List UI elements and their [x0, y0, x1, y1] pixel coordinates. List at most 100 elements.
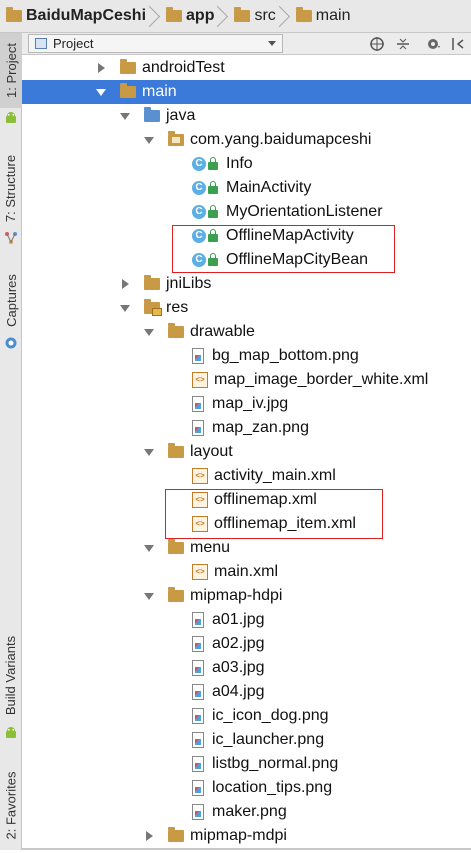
tree-row[interactable]: a03.jpg — [22, 656, 471, 680]
tree-row[interactable]: jniLibs — [22, 272, 471, 296]
breadcrumb-label: BaiduMapCeshi — [26, 7, 147, 24]
tree-row[interactable]: ic_icon_dog.png — [22, 704, 471, 728]
folder-icon — [168, 323, 184, 338]
tree-node: map_iv.jpg — [192, 395, 288, 413]
tree-row[interactable]: location_tips.png — [22, 776, 471, 800]
tree-row[interactable]: C MyOrientationListener — [22, 200, 471, 224]
image-file-icon — [192, 708, 204, 724]
tab-captures[interactable]: Captures — [0, 263, 22, 338]
tree-node: a02.jpg — [192, 635, 265, 653]
folder-icon — [168, 587, 184, 602]
tree-row[interactable]: bg_map_bottom.png — [22, 344, 471, 368]
tree-node: res — [144, 299, 188, 317]
tree-row[interactable]: com.yang.baidumapceshi — [22, 128, 471, 152]
tab-favorites[interactable]: 2: Favorites — [0, 758, 22, 853]
tree-node-label: a03.jpg — [212, 659, 265, 676]
breadcrumb-separator — [218, 0, 228, 33]
sync-icon[interactable] — [369, 36, 385, 52]
expand-down-icon[interactable] — [144, 593, 154, 600]
tree-node-label: a01.jpg — [212, 611, 265, 628]
image-file-icon — [192, 684, 204, 700]
settings-icon[interactable] — [426, 36, 442, 52]
tree-node: mipmap-mdpi — [168, 827, 287, 845]
expand-down-icon[interactable] — [144, 545, 154, 552]
tree-row[interactable]: <> map_image_border_white.xml — [22, 368, 471, 392]
tree-row[interactable]: ic_launcher.png — [22, 728, 471, 752]
xml-file-icon: <> — [192, 372, 208, 388]
expand-right-icon[interactable] — [122, 279, 129, 289]
tab-build-variants[interactable]: Build Variants — [0, 618, 22, 733]
tree-node: bg_map_bottom.png — [192, 347, 359, 365]
highlight-box — [165, 489, 383, 539]
expand-right-icon[interactable] — [146, 831, 153, 841]
tree-row[interactable]: C MainActivity — [22, 176, 471, 200]
tree-row[interactable]: androidTest — [22, 56, 471, 80]
expand-down-icon[interactable] — [120, 305, 130, 312]
tree-row[interactable]: res — [22, 296, 471, 320]
tree-node: <> map_image_border_white.xml — [192, 371, 428, 389]
tree-node: C MainActivity — [192, 179, 311, 197]
view-mode-select[interactable]: Project — [28, 34, 283, 53]
expand-down-icon[interactable] — [144, 329, 154, 336]
tree-node: java — [144, 107, 195, 125]
tree-node: androidTest — [120, 59, 225, 77]
collapse-icon[interactable] — [395, 36, 411, 52]
breadcrumb-item-project[interactable]: BaiduMapCeshi — [0, 0, 150, 32]
breadcrumb-label: main — [315, 7, 351, 24]
tree-node: <> activity_main.xml — [192, 467, 336, 485]
image-file-icon — [192, 732, 204, 748]
tree-row[interactable]: <> main.xml — [22, 560, 471, 584]
folder-icon — [295, 7, 312, 22]
breadcrumb-separator — [150, 0, 160, 33]
tree-row[interactable]: maker.png — [22, 800, 471, 824]
folder-icon — [168, 827, 184, 842]
breadcrumb: BaiduMapCeshi app src main — [0, 0, 471, 33]
tree-row[interactable]: a01.jpg — [22, 608, 471, 632]
folder-icon — [234, 7, 251, 22]
tree-row[interactable]: C Info — [22, 152, 471, 176]
breadcrumb-item-main[interactable]: main — [290, 0, 355, 32]
tree-row[interactable]: main — [22, 80, 471, 104]
tree-node-label: mipmap-mdpi — [190, 827, 287, 844]
tree-row[interactable]: map_zan.png — [22, 416, 471, 440]
project-toolbar: Project — [22, 33, 471, 55]
tree-row[interactable]: a02.jpg — [22, 632, 471, 656]
tree-node: a03.jpg — [192, 659, 265, 677]
expand-right-icon[interactable] — [98, 63, 105, 73]
expand-down-icon[interactable] — [144, 449, 154, 456]
tree-node: a04.jpg — [192, 683, 265, 701]
tree-row[interactable]: layout — [22, 440, 471, 464]
tree-node-label: mipmap-hdpi — [190, 587, 283, 604]
tree-node-label: Info — [226, 155, 253, 172]
tree-row[interactable]: <> activity_main.xml — [22, 464, 471, 488]
package-icon — [168, 131, 184, 146]
tree-row[interactable]: drawable — [22, 320, 471, 344]
expand-down-icon[interactable] — [96, 89, 106, 96]
expand-down-icon[interactable] — [144, 137, 154, 144]
view-mode-label: Project — [53, 36, 94, 51]
tree-node-label: drawable — [190, 323, 255, 340]
tree-row[interactable]: menu — [22, 536, 471, 560]
image-file-icon — [192, 756, 204, 772]
image-file-icon — [192, 420, 204, 436]
tree-row[interactable]: a04.jpg — [22, 680, 471, 704]
structure-icon — [4, 231, 18, 245]
tree-node: a01.jpg — [192, 611, 265, 629]
hide-icon[interactable] — [450, 36, 466, 52]
tab-label: Build Variants — [3, 635, 19, 716]
tree-node-label: main.xml — [214, 563, 279, 580]
tab-project[interactable]: 1: Project — [0, 33, 22, 108]
tree-row[interactable]: listbg_normal.png — [22, 752, 471, 776]
tree-row[interactable]: mipmap-mdpi — [22, 824, 471, 848]
tab-structure[interactable]: 7: Structure — [0, 148, 22, 228]
project-folder-icon — [6, 7, 22, 22]
android-icon — [4, 726, 18, 740]
expand-down-icon[interactable] — [120, 113, 130, 120]
tree-row[interactable]: map_iv.jpg — [22, 392, 471, 416]
tree-row[interactable]: java — [22, 104, 471, 128]
tree-row[interactable]: mipmap-hdpi — [22, 584, 471, 608]
tree-node-label: res — [166, 299, 189, 316]
project-view-icon — [35, 38, 47, 49]
tree-node: main — [120, 83, 177, 101]
class-icon: C — [192, 205, 206, 219]
